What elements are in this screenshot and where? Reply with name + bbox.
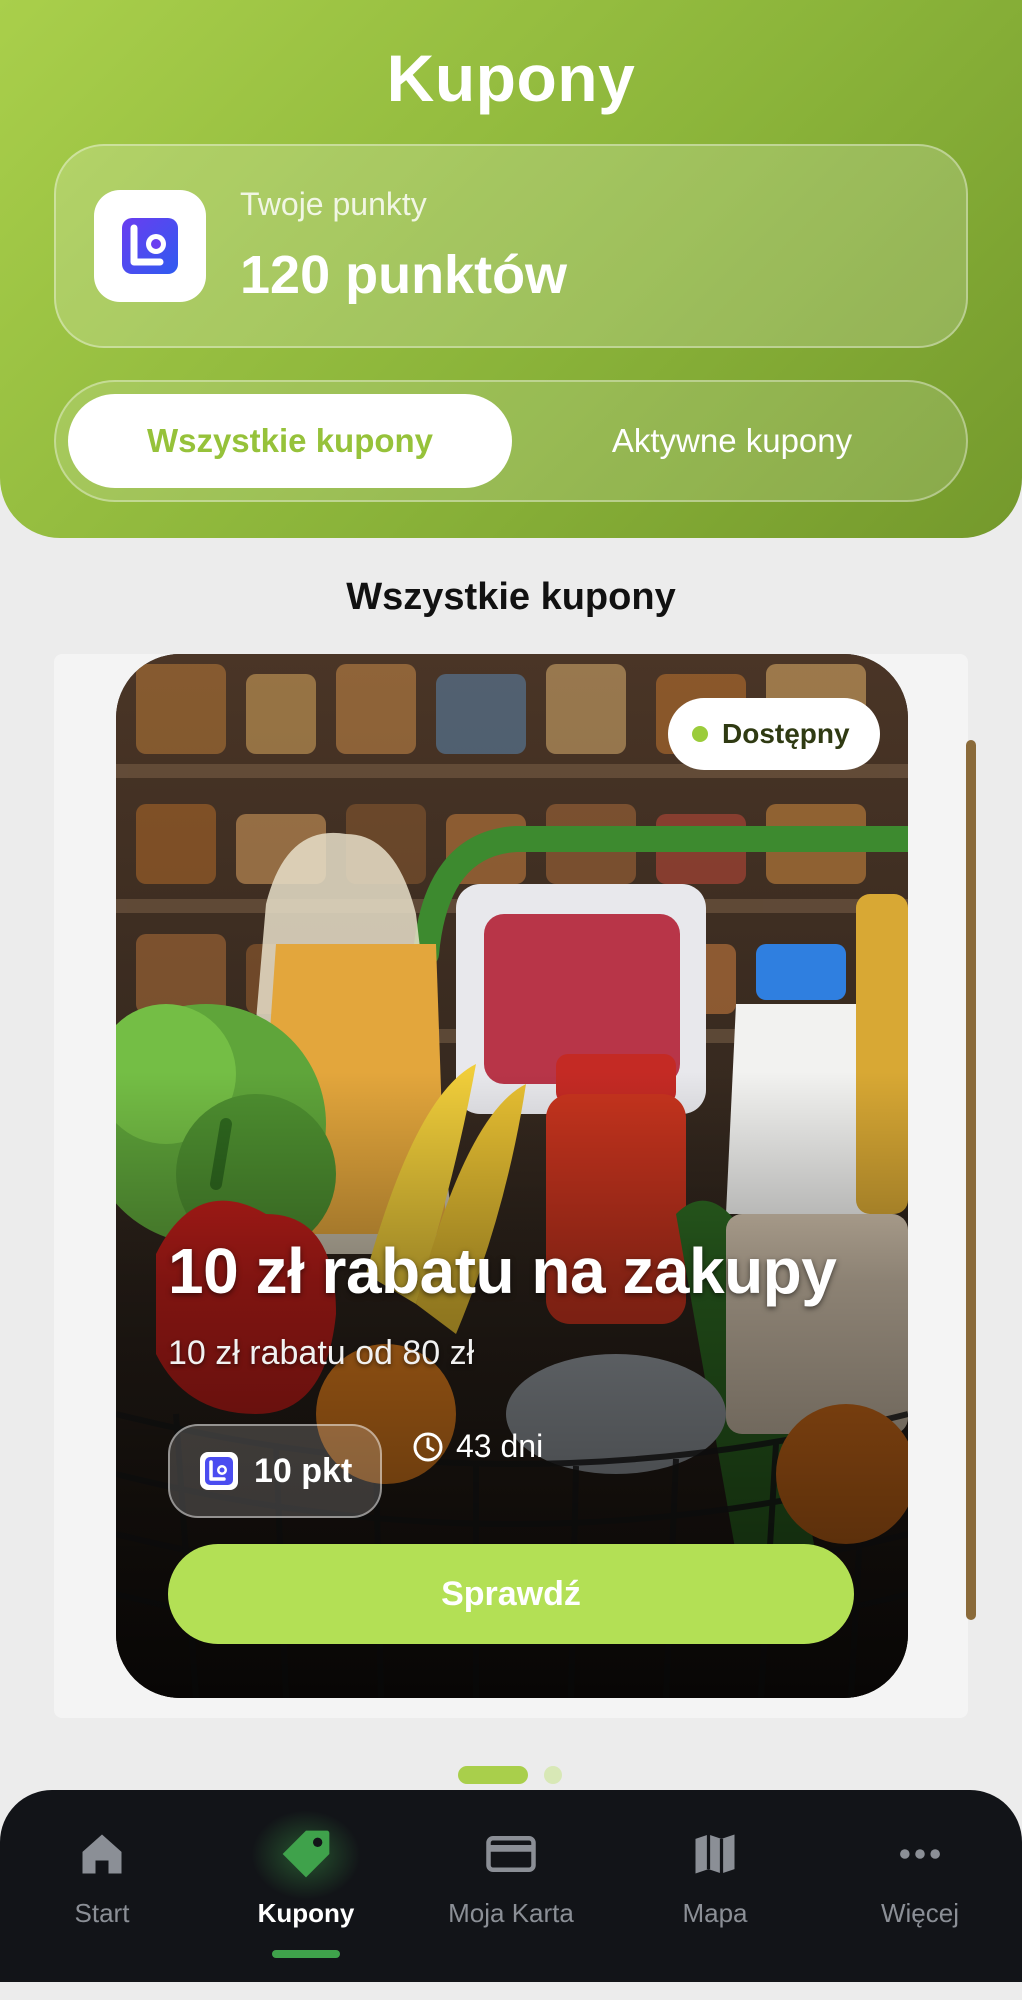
coupon-description: 10 zł rabatu od 80 zł <box>168 1334 475 1372</box>
nav-active-indicator <box>272 1950 340 1958</box>
bottom-nav: Start Kupony Moja Karta Mapa Więcej <box>0 1790 1022 1982</box>
points-label: Twoje punkty <box>240 186 427 222</box>
nav-item-wiecej[interactable]: Więcej <box>818 1790 1022 1982</box>
clock-icon <box>413 1432 443 1461</box>
points-logo-icon <box>200 1452 238 1490</box>
expiry-info: 43 dni <box>412 1428 543 1465</box>
check-coupon-button[interactable]: Sprawdź <box>168 1544 854 1644</box>
card-image-shade <box>116 654 908 1698</box>
nav-label-wiecej: Więcej <box>880 1898 959 1928</box>
map-icon <box>685 1824 745 1884</box>
nav-item-start[interactable]: Start <box>0 1790 204 1982</box>
section-title: Wszystkie kupony <box>346 576 676 618</box>
points-cost-badge: 10 pkt <box>168 1424 382 1518</box>
nav-item-moja-karta[interactable]: Moja Karta <box>409 1790 613 1982</box>
next-coupon-peek[interactable] <box>966 740 976 1620</box>
page-title: Kupony <box>386 41 636 115</box>
tag-icon <box>276 1824 336 1884</box>
nav-label-kupony: Kupony <box>257 1898 355 1928</box>
nav-label-mapa: Mapa <box>682 1898 748 1928</box>
nav-label-start: Start <box>74 1898 130 1928</box>
carousel-pager <box>0 1766 1022 1786</box>
pager-dot[interactable] <box>544 1766 562 1784</box>
tab-all-coupons[interactable]: Wszystkie kupony <box>68 394 512 488</box>
home-icon <box>72 1824 132 1884</box>
status-dot-icon <box>692 726 708 742</box>
card-icon <box>481 1824 541 1884</box>
pager-dot-active[interactable] <box>458 1766 528 1784</box>
status-badge: Dostępny <box>668 698 880 770</box>
status-label: Dostępny <box>722 718 850 749</box>
coupon-title: 10 zł rabatu na zakupy <box>168 1235 837 1307</box>
coupon-card[interactable]: Dostępny 10 zł rabatu na zakupy 10 zł ra… <box>116 654 908 1698</box>
app-logo <box>94 190 206 302</box>
nav-label-moja-karta: Moja Karta <box>448 1898 574 1928</box>
nav-item-mapa[interactable]: Mapa <box>613 1790 817 1982</box>
points-card: Twoje punkty 120 punktów <box>54 144 968 348</box>
app-logo-icon <box>122 218 178 274</box>
header: Kupony Twoje punkty 120 punktów Wszystki… <box>0 0 1022 538</box>
expiry-days: 43 dni <box>456 1428 544 1464</box>
nav-item-kupony[interactable]: Kupony <box>204 1790 408 1982</box>
points-value: 120 punktów <box>240 245 568 305</box>
tab-active-coupons[interactable]: Aktywne kupony <box>510 394 954 488</box>
more-icon <box>890 1824 950 1884</box>
points-cost: 10 pkt <box>254 1451 353 1490</box>
coupon-tabs: Wszystkie kupony Aktywne kupony <box>54 380 968 502</box>
